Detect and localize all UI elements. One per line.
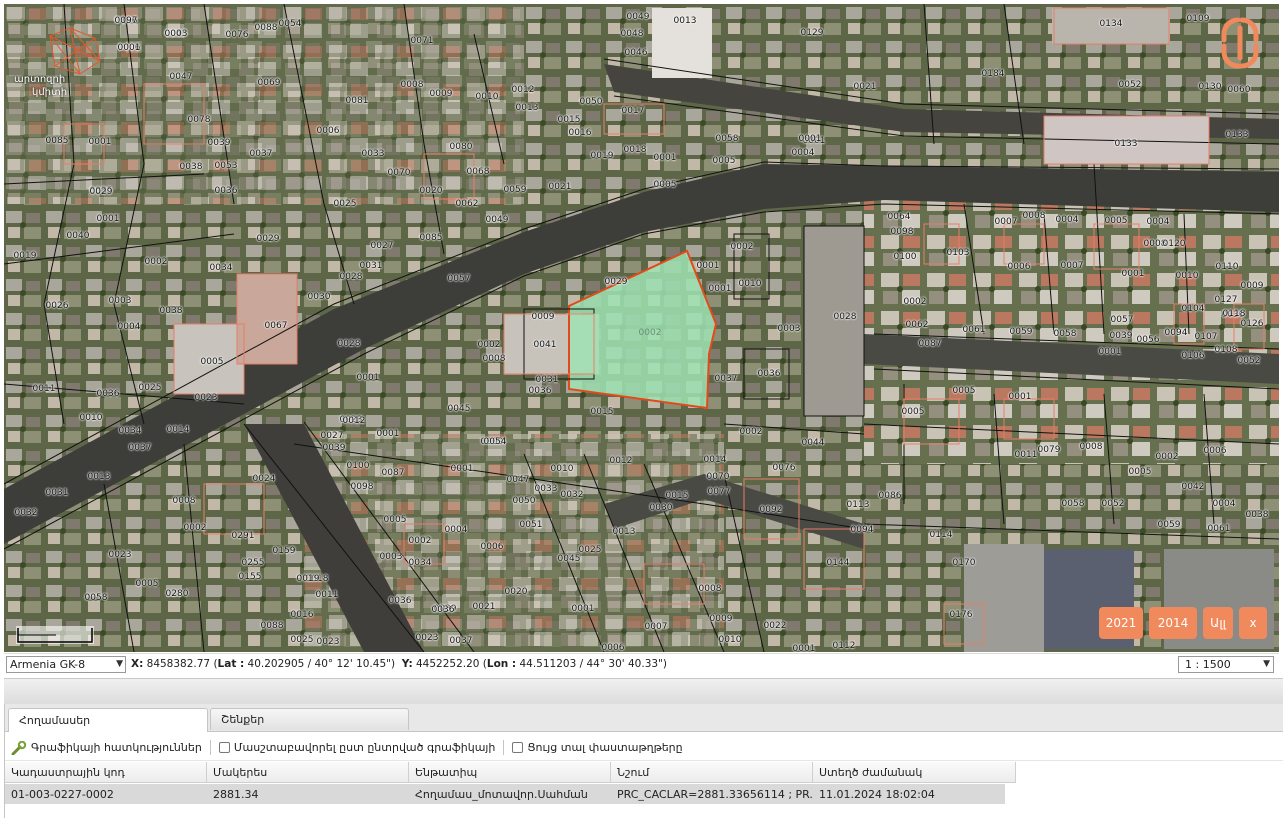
toolbar-divider — [209, 740, 211, 755]
x-label: X: — [131, 658, 144, 670]
panel-tabs: Հողամասեր Շենքեր — [5, 704, 1283, 732]
lon-label: Lon : — [486, 658, 517, 670]
cell-area: 2881.34 — [213, 787, 259, 801]
geoportal-logo-icon — [1221, 17, 1259, 69]
projection-select[interactable]: Armenia GK-8 ▼ — [6, 655, 126, 673]
show-documents-label: Ցույց տալ փաստաթղթերը — [527, 741, 683, 754]
map-view[interactable]: 0186 0006 0045 0076 0088 0054 0047 0078 0069 0081… — [4, 4, 1279, 652]
geoportal-logo — [1216, 14, 1264, 72]
panel-toolbar: Գրաֆիկայի հատկություններ Մասշտաբավորել ը… — [5, 735, 1283, 761]
logo-text-line-2: կմիտի — [32, 87, 68, 98]
attribute-panel: Հողամասեր Շենքեր Գրաֆիկայի հատկություննե… — [4, 704, 1283, 818]
lat-value: 40.202905 / 40° 12' 10.45" — [247, 658, 391, 670]
column-header-subtype[interactable]: Ենթատիպ — [409, 762, 611, 782]
column-header-note[interactable]: Նշում — [611, 762, 813, 782]
panel-splitter[interactable] — [4, 678, 1283, 705]
cell-subtype: Հողամաս_մոտավոր.Սահման — [415, 787, 588, 801]
scale-to-selection-label: Մասշտաբավորել ըստ ընտրված գրաֆիկայի — [233, 741, 496, 754]
x-value: 8458382.77 — [146, 658, 211, 670]
cadastre-logo-icon — [49, 27, 101, 75]
year-2021-button[interactable]: 2021 — [1099, 607, 1143, 639]
lon-value: 44.511203 / 44° 30' 40.33" — [519, 658, 663, 670]
table-row[interactable]: 01-003-0227-0002 2881.34 Հողամաս_մոտավոր… — [5, 784, 1005, 804]
close-years-button[interactable]: x — [1239, 607, 1267, 639]
scale-to-selection-checkbox[interactable]: Մասշտաբավորել ըստ ընտրված գրաֆիկայի — [218, 741, 496, 754]
chevron-down-icon: ▼ — [1263, 659, 1270, 669]
projection-value: Armenia GK-8 — [10, 657, 86, 671]
graphic-properties-label: Գրաֆիկայի հատկություններ — [31, 741, 202, 754]
year-2014-button[interactable]: 2014 — [1149, 607, 1197, 639]
column-header-area[interactable]: Մակերես — [207, 762, 409, 782]
wrench-icon — [11, 740, 27, 755]
map-base — [4, 4, 1279, 652]
chevron-down-icon: ▼ — [116, 659, 123, 669]
checkbox-icon[interactable] — [218, 742, 230, 753]
coordinate-bar: Armenia GK-8 ▼ X: 8458382.77 (Lat : 40.2… — [4, 653, 1279, 674]
lat-label: Lat : — [217, 658, 245, 670]
toolbar-divider — [503, 740, 505, 755]
cell-cadastral-code: 01-003-0227-0002 — [11, 787, 114, 801]
y-label: Y: — [401, 658, 413, 670]
all-years-button[interactable]: Ալլ — [1203, 607, 1233, 639]
cell-note: PRC_CACLAR=2881.33656114 ; PR... — [617, 787, 813, 801]
cursor-coordinates: X: 8458382.77 (Lat : 40.202905 / 40° 12'… — [131, 658, 667, 670]
map-scale-bar — [16, 616, 96, 646]
logo-text-line-1: արտոզրի — [14, 74, 66, 85]
column-header-created[interactable]: Ստեղծ ժամանակ — [813, 762, 1016, 782]
graphic-properties-button[interactable]: Գրաֆիկայի հատկություններ — [11, 740, 202, 755]
show-documents-checkbox[interactable]: Ցույց տալ փաստաթղթերը — [512, 741, 683, 754]
scale-value: 1 : 1500 — [1185, 657, 1231, 671]
y-value: 4452252.20 — [415, 658, 480, 670]
cell-created: 11.01.2024 18:02:04 — [819, 787, 935, 801]
tab-buildings[interactable]: Շենքեր — [210, 708, 409, 730]
scale-select[interactable]: 1 : 1500 ▼ — [1178, 655, 1274, 673]
tab-parcels[interactable]: Հողամասեր — [8, 708, 208, 732]
table-header: Կադաստրային կոդ Մակերես Ենթատիպ Նշում Ստ… — [5, 762, 1016, 783]
cadastre-logo: արտոզրի կմիտի — [12, 26, 101, 106]
checkbox-icon[interactable] — [512, 742, 524, 753]
scale-bar-icon — [16, 626, 94, 644]
column-header-cadastral-code[interactable]: Կադաստրային կոդ — [5, 762, 207, 782]
